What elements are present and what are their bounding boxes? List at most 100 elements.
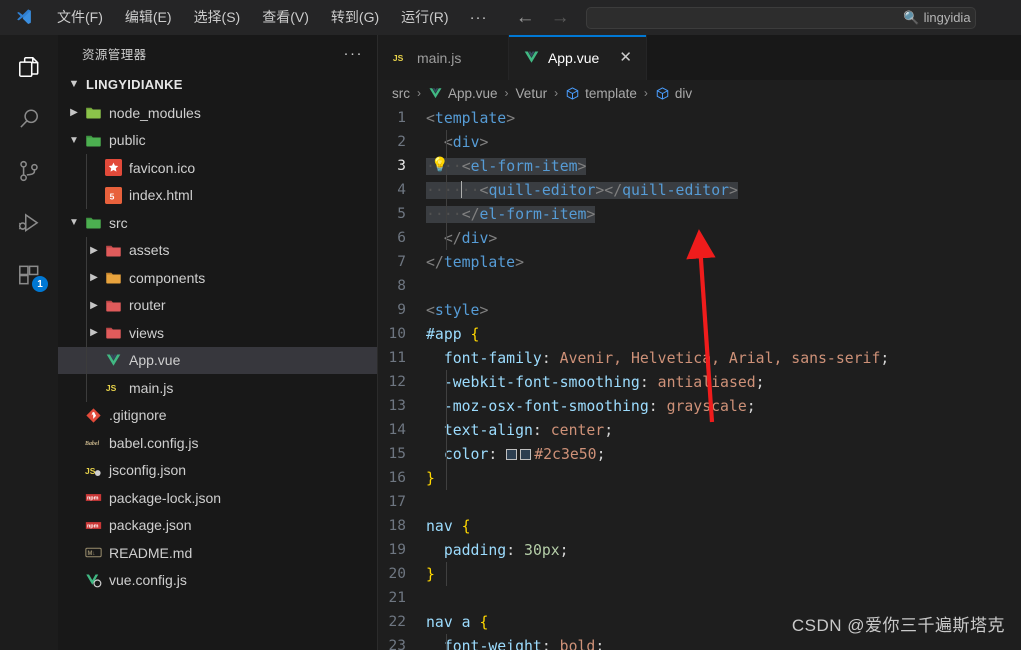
code-line[interactable]: 16} [378,466,1021,490]
activity-item-run-debug[interactable] [0,197,58,249]
tab-main-js[interactable]: JS main.js ✕ [378,35,509,80]
file-tree-item--gitignore[interactable]: .gitignore [58,402,377,430]
search-input[interactable]: 🔍 lingyidia [585,6,976,29]
breadcrumb-item-template[interactable]: template [565,86,637,101]
code-line[interactable]: 14 text-align: center; [378,418,1021,442]
code-line[interactable]: 12 -webkit-font-smoothing: antialiased; [378,370,1021,394]
code-line[interactable]: 13 -moz-osx-font-smoothing: grayscale; [378,394,1021,418]
csdn-watermark: CSDN @爱你三千遍斯塔克 [791,616,1005,635]
file-tree-item-babel-config-js[interactable]: Babel babel.config.js [58,429,377,457]
explorer-title: 资源管理器 [82,47,147,62]
code-line[interactable]: 9 <style> [378,298,1021,322]
file-tree-item-components[interactable]: ▶ components [58,264,377,292]
menu-go[interactable]: 转到(G) [320,0,390,35]
file-tree-item-package-lock-json[interactable]: npm package-lock.json [58,484,377,512]
file-tree-item-label: node_modules [109,104,201,121]
code-line[interactable]: 20} [378,562,1021,586]
breadcrumb-item-app-vue[interactable]: App.vue [428,86,498,101]
file-tree-item-vue-config-js[interactable]: vue.config.js [58,567,377,595]
file-tree-item-app-vue[interactable]: App.vue [58,346,377,374]
file-tree-item-router[interactable]: ▶ router [58,291,377,319]
tab-label: main.js [417,49,462,66]
indent-guide [446,370,447,490]
breadcrumb-label: src [392,85,410,101]
file-tree-item-readme-md[interactable]: M↓ README.md [58,539,377,567]
menu-more-icon[interactable]: ··· [460,0,498,35]
code-line[interactable]: 23 font-weight: bold; [378,634,1021,650]
activity-item-extensions[interactable]: 1 [0,249,58,301]
title-bar: 文件(F) 编辑(E) 选择(S) 查看(V) 转到(G) 运行(R) ··· … [0,0,1021,35]
breadcrumb: src › App.vue › Vetur › template › div [378,80,1021,106]
code-line[interactable]: 15 color: #2c3e50; [378,442,1021,466]
chevron-right-icon: › [417,86,421,100]
code-line-text: padding: 30px; [443,541,569,559]
file-tree-item-node-modules[interactable]: ▶ node_modules [58,99,377,127]
file-tree-item-package-json[interactable]: npm package.json [58,512,377,540]
activity-item-explorer[interactable] [0,41,58,93]
vue-config-icon [82,572,104,589]
menu-file[interactable]: 文件(F) [46,0,114,35]
symbol-cube-icon [565,86,580,101]
svg-text:M↓: M↓ [87,551,95,557]
svg-text:JS: JS [105,383,116,393]
vue-icon [428,86,443,101]
breadcrumb-item-vetur[interactable]: Vetur [516,86,548,101]
code-line[interactable]: 3 ····<el-form-item> 💡 [378,154,1021,178]
tab-app-vue[interactable]: App.vue ✕ [508,35,647,80]
code-editor[interactable]: 1 <template> 2 <div> 3 ····<el-form-item> 💡 4 ·… [378,106,1021,650]
code-line[interactable]: 18 nav { [378,514,1021,538]
ellipsis-icon[interactable]: ··· [344,45,364,62]
code-line[interactable]: 21 [378,586,1021,610]
code-line[interactable]: 8 [378,274,1021,298]
chevron-right-icon: ▶ [90,299,98,311]
breadcrumb-label: Vetur [515,85,548,101]
code-line[interactable]: 6 </div> [378,226,1021,250]
code-line[interactable]: 7 </template> [378,250,1021,274]
file-tree-item-label: src [109,214,128,231]
close-icon[interactable]: ✕ [619,50,632,65]
breadcrumb-item-div[interactable]: div [655,86,692,101]
indent-guide [86,319,87,347]
code-line-text: font-family: Avenir, Helvetica, Arial, s… [443,349,890,367]
breadcrumb-label: div [674,85,693,101]
code-line[interactable]: 11 font-family: Avenir, Helvetica, Arial… [378,346,1021,370]
search-icon: 🔍 [903,9,920,25]
menu-run[interactable]: 运行(R) [390,0,459,35]
code-line[interactable]: 4 ······<quill-editor></quill-editor> [378,178,1021,202]
code-lines: 1 <template> 2 <div> 3 ····<el-form-item> 💡 4 ·… [378,106,1021,650]
file-tree-item-assets[interactable]: ▶ assets [58,236,377,264]
explorer-root-folder[interactable]: ▼ LINGYIDIANKE [58,71,377,97]
line-number: 12 [388,374,406,390]
code-line[interactable]: 19 padding: 30px; [378,538,1021,562]
menu-edit[interactable]: 编辑(E) [114,0,183,35]
color-swatch[interactable] [520,448,532,460]
file-tree-item-label: README.md [109,544,193,561]
code-line-text: <style> [426,301,489,319]
code-line[interactable]: 2 <div> [378,130,1021,154]
color-swatch[interactable] [506,448,518,460]
chevron-right-icon: › [643,86,648,100]
arrow-right-icon[interactable]: → [551,8,570,27]
file-tree-item-jsconfig-json[interactable]: JS jsconfig.json [58,457,377,485]
file-tree-item-main-js[interactable]: JS main.js [58,374,377,402]
file-tree-item-index-html[interactable]: 5 index.html [58,181,377,209]
file-tree-item-favicon-ico[interactable]: favicon.ico [58,154,377,182]
file-tree-item-label: router [129,297,166,314]
file-tree-item-label: package-lock.json [109,489,222,506]
file-tree-item-src[interactable]: ▼ src [58,209,377,237]
activity-item-search[interactable] [0,93,58,145]
code-line[interactable]: 10 #app { [378,322,1021,346]
file-tree-item-public[interactable]: ▼ public [58,127,377,155]
file-tree-item-label: babel.config.js [109,434,199,451]
menu-selection[interactable]: 选择(S) [183,0,252,35]
line-number: 21 [388,590,406,606]
code-line[interactable]: 17 [378,490,1021,514]
file-tree-item-views[interactable]: ▶ views [58,319,377,347]
activity-item-source-control[interactable] [0,145,58,197]
code-line-text: nav a { [426,613,489,631]
arrow-left-icon[interactable]: ← [516,8,535,27]
code-line[interactable]: 5 ····</el-form-item> [378,202,1021,226]
menu-view[interactable]: 查看(V) [251,0,320,35]
breadcrumb-item-src[interactable]: src [392,86,410,101]
code-line[interactable]: 1 <template> [378,106,1021,130]
